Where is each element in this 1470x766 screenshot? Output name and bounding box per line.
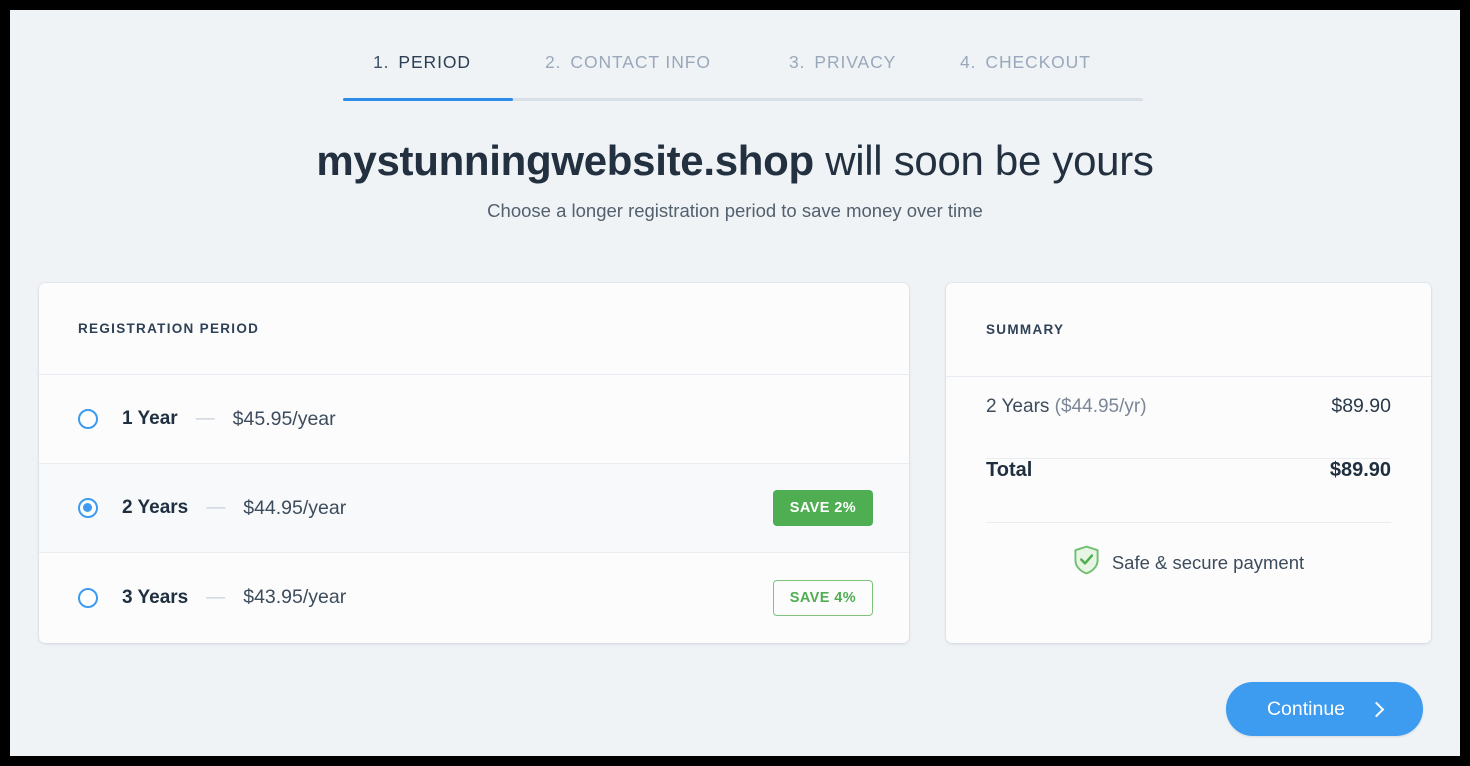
period-option-2-years-price: $44.95/year — [243, 496, 347, 519]
step-contact-info[interactable]: 2. CONTACT INFO — [545, 52, 711, 73]
continue-button-label: Continue — [1266, 697, 1346, 720]
summary-body: 2 Years ($44.95/yr) $89.90 Total $89.90 … — [946, 395, 1431, 580]
registration-period-title: REGISTRATION PERIOD — [78, 321, 260, 336]
summary-line-total: Total $89.90 — [986, 459, 1391, 523]
step-privacy-label: PRIVACY — [814, 52, 897, 72]
radio-icon-2-years[interactable] — [78, 498, 98, 518]
period-option-3-years-price: $43.95/year — [243, 586, 347, 608]
summary-item-label: 2 Years ($44.95/yr) — [986, 396, 1147, 418]
step-privacy[interactable]: 3. PRIVACY — [789, 52, 896, 73]
registration-period-options: 1 Year — $45.95/year 2 Years — $44.95/ye… — [39, 375, 909, 642]
period-option-3-years-term: 3 Years — [122, 586, 189, 608]
period-option-2-years[interactable]: 2 Years — $44.95/year SAVE 2% — [39, 464, 909, 553]
shield-check-icon — [1073, 545, 1100, 580]
page-title-rest: will soon be yours — [813, 137, 1154, 184]
step-checkout-number: 4. — [960, 52, 977, 72]
step-progress-fill — [343, 98, 513, 101]
step-labels: 1. PERIOD 2. CONTACT INFO 3. PRIVACY 4. … — [343, 48, 1143, 88]
summary-total-amount: $89.90 — [1329, 459, 1391, 481]
checkout-step-nav: 1. PERIOD 2. CONTACT INFO 3. PRIVACY 4. … — [343, 48, 1143, 101]
secure-payment-note: Safe & secure payment — [986, 545, 1391, 580]
radio-icon-1-year[interactable] — [78, 409, 98, 429]
step-privacy-number: 3. — [789, 52, 806, 72]
period-option-3-years-dash: — — [206, 586, 226, 608]
save-badge-2-years: SAVE 2% — [772, 490, 873, 526]
summary-header: SUMMARY — [946, 283, 1431, 377]
period-option-2-years-dash: — — [206, 497, 226, 518]
summary-card: SUMMARY 2 Years ($44.95/yr) $89.90 Total… — [946, 283, 1431, 643]
step-progress-track — [343, 98, 1143, 101]
period-option-3-years[interactable]: 3 Years — $43.95/year SAVE 4% — [39, 553, 909, 642]
chevron-right-icon — [1368, 701, 1385, 717]
period-option-1-year-term: 1 Year — [122, 408, 178, 429]
registration-period-header: REGISTRATION PERIOD — [39, 283, 909, 375]
page-frame: 1. PERIOD 2. CONTACT INFO 3. PRIVACY 4. … — [10, 10, 1460, 756]
step-checkout[interactable]: 4. CHECKOUT — [960, 52, 1091, 73]
radio-icon-3-years[interactable] — [78, 587, 98, 608]
step-period-number: 1. — [373, 52, 390, 72]
summary-item-rate: ($44.95/yr) — [1054, 396, 1147, 417]
domain-name: mystunningwebsite.shop — [316, 137, 814, 184]
summary-line-item: 2 Years ($44.95/yr) $89.90 — [986, 395, 1391, 459]
step-contact-info-label: CONTACT INFO — [570, 52, 711, 72]
continue-button[interactable]: Continue — [1226, 682, 1423, 736]
period-option-1-year-price: $45.95/year — [232, 407, 336, 430]
period-option-1-year-dash: — — [195, 408, 215, 429]
step-checkout-label: CHECKOUT — [985, 52, 1091, 72]
period-option-2-years-term: 2 Years — [122, 497, 189, 518]
save-badge-3-years: SAVE 4% — [772, 579, 873, 616]
summary-total-label: Total — [986, 459, 1033, 481]
registration-period-card: REGISTRATION PERIOD 1 Year — $45.95/year… — [39, 283, 909, 643]
step-period[interactable]: 1. PERIOD — [373, 52, 471, 73]
page-title: mystunningwebsite.shop will soon be your… — [10, 135, 1460, 187]
summary-item-term: 2 Years — [986, 396, 1055, 417]
summary-title: SUMMARY — [986, 322, 1065, 337]
page-subtitle: Choose a longer registration period to s… — [487, 200, 983, 221]
summary-item-amount: $89.90 — [1331, 395, 1391, 417]
step-contact-info-number: 2. — [545, 52, 562, 72]
step-period-label: PERIOD — [398, 52, 471, 72]
secure-payment-text: Safe & secure payment — [1111, 551, 1305, 573]
period-option-1-year[interactable]: 1 Year — $45.95/year — [39, 375, 909, 464]
